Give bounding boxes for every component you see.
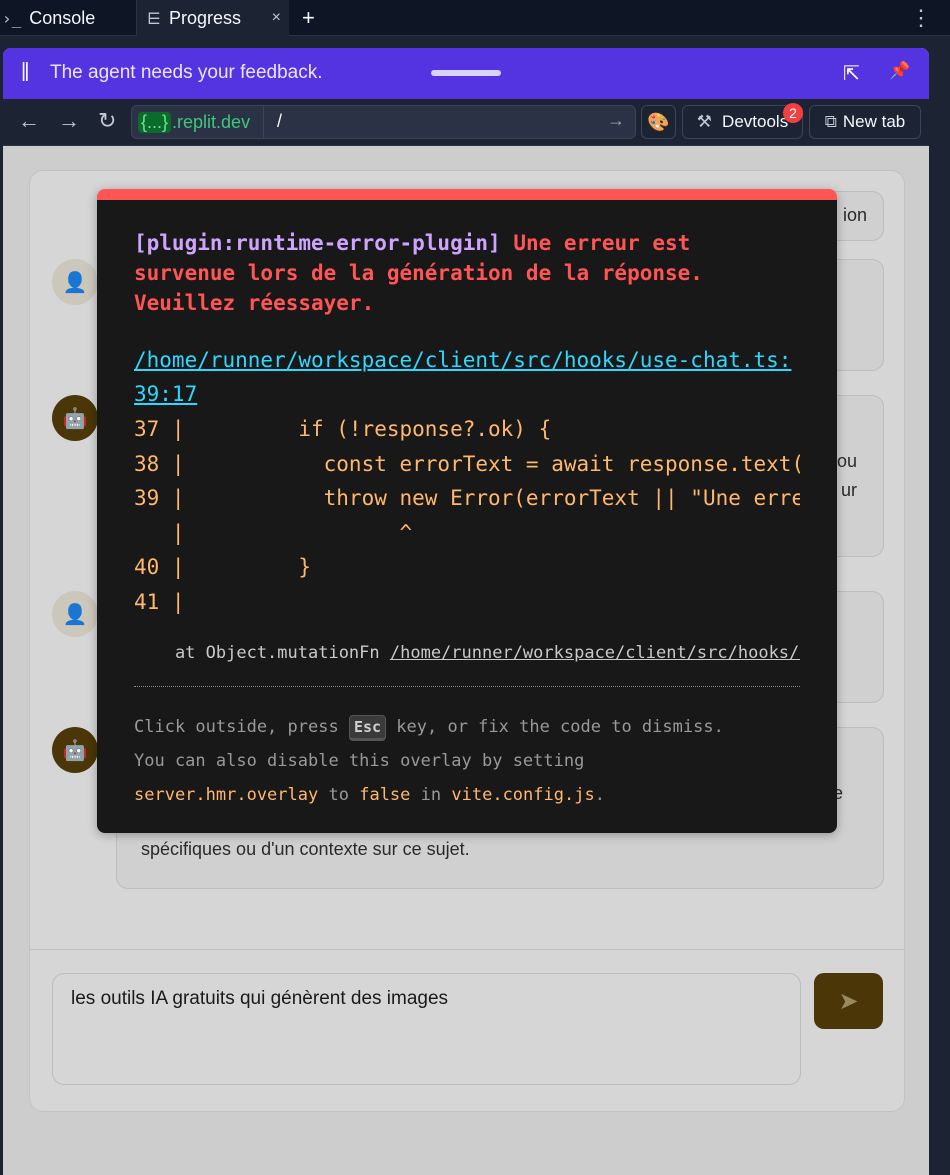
error-message: [plugin:runtime-error-plugin] Une erreur… [134, 228, 794, 318]
agent-feedback-bar: || The agent needs your feedback. ⇱ 📌 [3, 48, 929, 99]
go-arrow-icon[interactable]: → [607, 110, 625, 131]
tab-bar: ›_ Console ⋿ Progress × + ⋮ [0, 0, 950, 36]
tab-progress[interactable]: ⋿ Progress × [137, 0, 289, 36]
message-text: ion [842, 205, 867, 225]
tab-console[interactable]: ›_ Console [0, 0, 136, 36]
tip-text: You can also disable this overlay by set… [134, 751, 585, 771]
add-tab-button[interactable]: + [302, 0, 315, 36]
browser-toolbar: ← → ↻ {...} .replit.dev / → 🎨 ⚒ Devtools… [3, 99, 929, 146]
stack-trace: at Object.mutationFn /home/runner/worksp… [134, 640, 800, 666]
devtools-label: Devtools [722, 112, 789, 131]
code-line: 40 | } [134, 555, 312, 580]
feedback-message: The agent needs your feedback. [50, 62, 323, 83]
error-plugin: [plugin:runtime-error-plugin] [134, 231, 501, 255]
open-external-icon[interactable]: ⇱ [843, 61, 860, 86]
palette-icon: 🎨 [647, 111, 670, 132]
overlay-divider [134, 686, 800, 687]
pause-icon[interactable]: || [21, 60, 30, 83]
chat-input[interactable]: les outils IA gratuits qui génèrent des … [52, 973, 801, 1085]
overlay-tip: Click outside, press Esc key, or fix the… [134, 710, 814, 812]
tip-text: Click outside, press [134, 717, 339, 737]
tip-code: false [359, 785, 411, 805]
close-icon[interactable]: × [272, 9, 281, 27]
tip-text: in [420, 785, 442, 805]
user-avatar: 👤 [52, 591, 98, 637]
code-line: 39 | throw new Error(errorText || "Une e… [134, 486, 800, 511]
bot-icon: 🤖 [62, 407, 88, 430]
stack-location-link[interactable]: /home/runner/workspace/client/src/hooks/… [390, 643, 800, 663]
tab-progress-label: Progress [168, 7, 241, 28]
reload-icon[interactable]: ↻ [98, 108, 116, 134]
tip-text: to [328, 785, 349, 805]
tip-text: key, or fix the code to dismiss. [396, 717, 724, 737]
code-line: 37 | if (!response?.ok) { [134, 417, 552, 441]
user-icon: 👤 [62, 271, 88, 294]
code-frame: 37 | if (!response?.ok) { 38 | const err… [134, 412, 800, 622]
code-line: 41 | [134, 589, 185, 614]
pin-icon[interactable]: 📌 [889, 61, 910, 81]
url-bar[interactable]: {...} .replit.dev / → [131, 105, 636, 139]
devtools-badge: 2 [783, 103, 803, 123]
bot-icon: 🤖 [62, 739, 88, 762]
user-avatar: 👤 [52, 259, 98, 305]
back-arrow-icon[interactable]: ← [18, 108, 40, 134]
error-file-link[interactable]: /home/runner/workspace/client/src/hooks/… [134, 343, 794, 411]
theme-palette-button[interactable]: 🎨 [641, 105, 676, 139]
new-tab-label: New tab [842, 112, 906, 131]
url-host-suffix: .replit.dev [172, 111, 251, 132]
bot-avatar: 🤖 [52, 395, 98, 441]
tab-console-label: Console [29, 7, 96, 28]
user-icon: 👤 [62, 603, 88, 626]
tip-code: server.hmr.overlay [134, 785, 319, 805]
forward-arrow-icon[interactable]: → [58, 108, 80, 134]
external-link-icon: ⧉ [824, 112, 837, 131]
wrench-icon: ⚒ [696, 112, 713, 131]
new-tab-button[interactable]: ⧉ New tab [809, 105, 921, 139]
code-line: 38 | const errorText = await response.te… [134, 451, 800, 476]
drag-handle[interactable] [431, 70, 501, 76]
tip-text: . [594, 785, 605, 805]
send-icon: ➤ [838, 987, 859, 1015]
input-divider [30, 949, 904, 950]
tip-code: vite.config.js [451, 785, 595, 805]
more-menu-icon[interactable]: ⋮ [910, 0, 932, 36]
url-host-prefix: {...} [138, 111, 172, 133]
terminal-icon: ›_ [2, 8, 22, 28]
stack-prefix: at Object.mutationFn [134, 643, 390, 663]
send-button[interactable]: ➤ [814, 973, 883, 1029]
bot-avatar: 🤖 [52, 727, 98, 773]
code-line: | ^ [134, 520, 413, 545]
message-text: spécifiques ou d'un contexte sur ce suje… [141, 839, 470, 859]
error-overlay: [plugin:runtime-error-plugin] Une erreur… [97, 189, 837, 833]
progress-icon: ⋿ [147, 8, 161, 28]
url-host: {...} .replit.dev [138, 109, 250, 135]
url-divider [263, 106, 264, 138]
url-path-input[interactable]: / [277, 111, 282, 132]
esc-key: Esc [348, 715, 387, 741]
